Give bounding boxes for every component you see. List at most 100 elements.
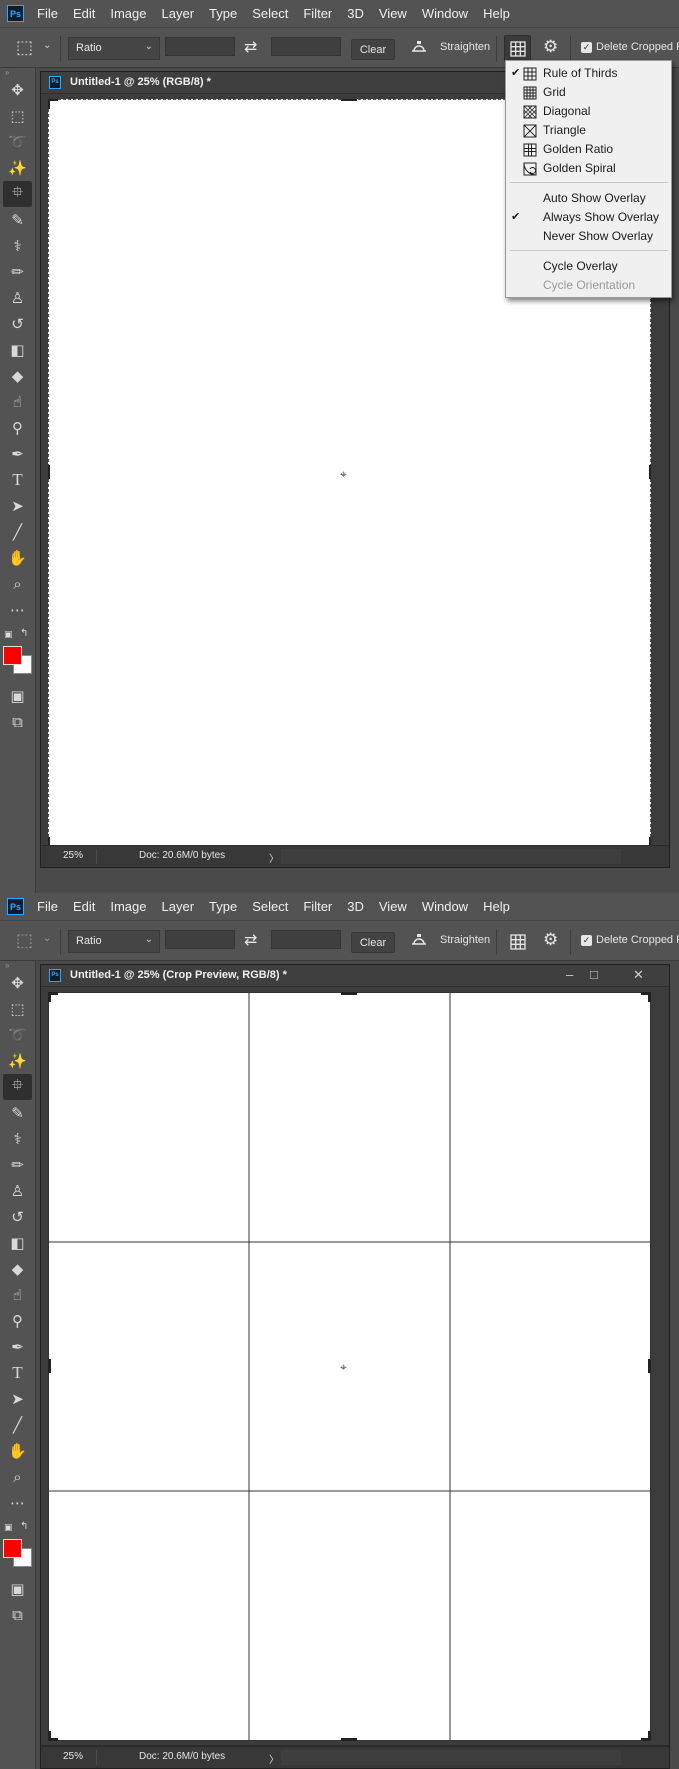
pen-icon[interactable]: ✒ — [3, 1334, 32, 1360]
hand-icon[interactable]: ✋ — [3, 1438, 32, 1464]
eyedropper-icon[interactable]: ✎ — [3, 207, 32, 233]
zoom-level[interactable]: 25% — [63, 850, 83, 861]
more-tools-icon[interactable]: ⋯ — [3, 1490, 32, 1516]
menu-view[interactable]: View — [379, 899, 407, 914]
crop-preset-icon[interactable]: ⬚ — [16, 929, 38, 951]
menu-layer[interactable]: Layer — [162, 899, 195, 914]
menu-help[interactable]: Help — [483, 6, 510, 21]
menu-item-always-show-overlay[interactable]: ✔ Always Show Overlay — [506, 208, 671, 227]
crop-handle[interactable] — [648, 1731, 651, 1741]
healing-brush-icon[interactable]: ⚕ — [3, 1126, 32, 1152]
dodge-icon[interactable]: ⚲ — [3, 415, 32, 441]
crop-handle[interactable] — [648, 992, 651, 1002]
menu-view[interactable]: View — [379, 6, 407, 21]
line-icon[interactable]: ╱ — [3, 519, 32, 545]
menu-layer[interactable]: Layer — [162, 6, 195, 21]
gear-icon[interactable]: ⚙ — [543, 930, 558, 950]
zoom-icon[interactable]: ⌕ — [3, 1464, 32, 1490]
lasso-icon[interactable]: ➰ — [3, 1022, 32, 1048]
menu-item-diagonal[interactable]: Diagonal — [506, 102, 671, 121]
crop-handle[interactable] — [48, 1731, 51, 1741]
delete-cropped-checkbox[interactable]: ✓ — [581, 935, 592, 946]
brush-icon[interactable]: ✏ — [3, 259, 32, 285]
width-field[interactable] — [165, 930, 235, 949]
crop-handle[interactable] — [48, 465, 50, 479]
smudge-icon[interactable]: ☝ — [3, 1282, 32, 1308]
history-brush-icon[interactable]: ↺ — [3, 1204, 32, 1230]
ratio-select[interactable]: Ratio ⌄ — [68, 930, 160, 953]
chevron-down-icon[interactable]: ⌄ — [43, 40, 51, 51]
crop-handle[interactable] — [341, 992, 357, 995]
menu-window[interactable]: Window — [422, 6, 468, 21]
magic-wand-icon[interactable]: ✨ — [3, 1048, 32, 1074]
panel-grip-icon[interactable]: » — [0, 68, 35, 77]
marquee-icon[interactable]: ⬚ — [3, 103, 32, 129]
swap-colors-icon[interactable]: ↰ — [20, 1521, 28, 1532]
crop-handle[interactable] — [341, 99, 357, 101]
clear-button[interactable]: Clear — [351, 932, 395, 953]
marquee-icon[interactable]: ⬚ — [3, 996, 32, 1022]
menu-item-golden-spiral[interactable]: Golden Spiral — [506, 159, 671, 178]
history-brush-icon[interactable]: ↺ — [3, 311, 32, 337]
chevron-down-icon[interactable]: ⌄ — [43, 933, 51, 944]
straighten-icon[interactable] — [410, 38, 428, 56]
minimize-icon[interactable]: – — [566, 967, 573, 982]
menu-item-golden-ratio[interactable]: Golden Ratio — [506, 140, 671, 159]
document-tab[interactable]: Ps Untitled-1 @ 25% (Crop Preview, RGB/8… — [41, 965, 669, 987]
chevron-right-icon[interactable]: 〉 — [269, 850, 279, 865]
eraser-icon[interactable]: ◧ — [3, 337, 32, 363]
menu-3d[interactable]: 3D — [347, 6, 364, 21]
default-colors-icon[interactable]: ▣ — [4, 629, 13, 640]
quick-mask-icon[interactable]: ▣ — [3, 683, 32, 709]
clone-stamp-icon[interactable]: ♙ — [3, 1178, 32, 1204]
more-tools-icon[interactable]: ⋯ — [3, 597, 32, 623]
panel-grip-icon[interactable]: » — [0, 961, 35, 970]
crop-handle[interactable] — [48, 99, 50, 109]
crop-handle[interactable] — [649, 465, 651, 479]
menu-item-rule-of-thirds[interactable]: ✔ Rule of Thirds — [506, 64, 671, 83]
chevron-right-icon[interactable]: 〉 — [269, 1751, 279, 1766]
menu-item-triangle[interactable]: Triangle — [506, 121, 671, 140]
menu-filter[interactable]: Filter — [303, 6, 332, 21]
overlay-options-button[interactable] — [504, 928, 531, 955]
magic-wand-icon[interactable]: ✨ — [3, 155, 32, 181]
menu-item-grid[interactable]: Grid — [506, 83, 671, 102]
move-icon[interactable]: ✥ — [3, 77, 32, 103]
delete-cropped-checkbox[interactable]: ✓ — [581, 42, 592, 53]
menu-edit[interactable]: Edit — [73, 899, 95, 914]
move-icon[interactable]: ✥ — [3, 970, 32, 996]
crop-handle[interactable] — [48, 992, 51, 1002]
brush-icon[interactable]: ✏ — [3, 1152, 32, 1178]
hand-icon[interactable]: ✋ — [3, 545, 32, 571]
screen-mode-icon[interactable]: ⧉ — [3, 709, 32, 735]
path-selection-icon[interactable]: ➤ — [3, 493, 32, 519]
menu-file[interactable]: File — [37, 6, 58, 21]
quick-mask-icon[interactable]: ▣ — [3, 1576, 32, 1602]
eyedropper-icon[interactable]: ✎ — [3, 1100, 32, 1126]
lasso-icon[interactable]: ➰ — [3, 129, 32, 155]
path-selection-icon[interactable]: ➤ — [3, 1386, 32, 1412]
menu-image[interactable]: Image — [110, 6, 146, 21]
default-colors-icon[interactable]: ▣ — [4, 1522, 13, 1533]
straighten-icon[interactable] — [410, 931, 428, 949]
crop-handle[interactable] — [648, 1359, 651, 1373]
overlay-options-button[interactable] — [504, 35, 531, 62]
menu-file[interactable]: File — [37, 899, 58, 914]
height-field[interactable] — [271, 37, 341, 56]
dodge-icon[interactable]: ⚲ — [3, 1308, 32, 1334]
menu-type[interactable]: Type — [209, 6, 237, 21]
screen-mode-icon[interactable]: ⧉ — [3, 1602, 32, 1628]
height-field[interactable] — [271, 930, 341, 949]
menu-window[interactable]: Window — [422, 899, 468, 914]
swap-colors-icon[interactable]: ↰ — [20, 628, 28, 639]
type-icon[interactable]: T — [3, 1360, 32, 1386]
crop-preset-icon[interactable]: ⬚ — [16, 36, 38, 58]
crop-icon[interactable]: ⯐ — [3, 181, 32, 207]
menu-select[interactable]: Select — [252, 6, 288, 21]
swap-icon[interactable]: ⇄ — [244, 37, 257, 57]
crop-icon[interactable]: ⯐ — [3, 1074, 32, 1100]
ratio-select[interactable]: Ratio ⌄ — [68, 37, 160, 60]
gear-icon[interactable]: ⚙ — [543, 37, 558, 57]
eraser-icon[interactable]: ◧ — [3, 1230, 32, 1256]
crop-handle[interactable] — [48, 1359, 51, 1373]
